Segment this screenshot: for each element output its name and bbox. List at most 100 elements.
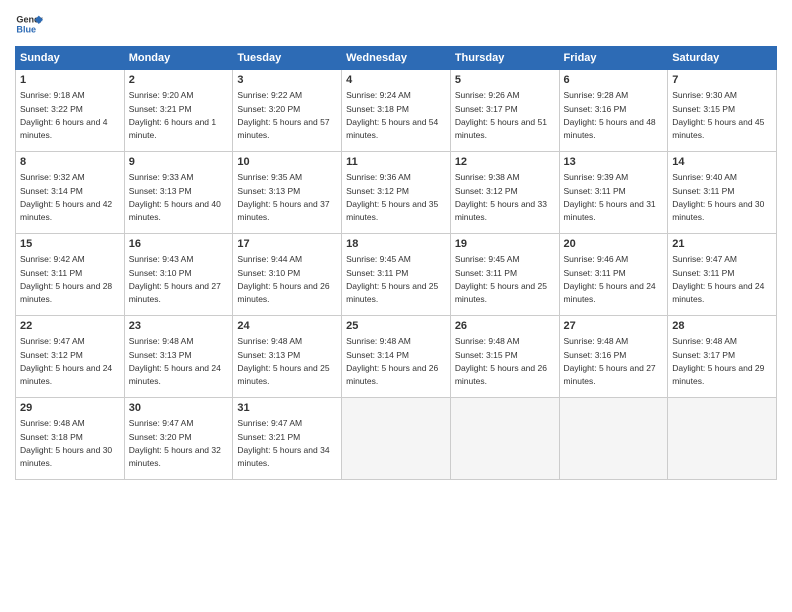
day-number: 25 [346, 319, 446, 334]
day-detail: Sunrise: 9:43 AMSunset: 3:10 PMDaylight:… [129, 254, 221, 304]
day-number: 7 [672, 73, 772, 88]
calendar-cell: 15 Sunrise: 9:42 AMSunset: 3:11 PMDaylig… [16, 234, 125, 316]
day-number: 19 [455, 237, 555, 252]
day-number: 16 [129, 237, 229, 252]
day-detail: Sunrise: 9:47 AMSunset: 3:21 PMDaylight:… [237, 418, 329, 468]
day-detail: Sunrise: 9:33 AMSunset: 3:13 PMDaylight:… [129, 172, 221, 222]
calendar-cell: 24 Sunrise: 9:48 AMSunset: 3:13 PMDaylig… [233, 316, 342, 398]
weekday-header-monday: Monday [124, 47, 233, 70]
weekday-header-friday: Friday [559, 47, 668, 70]
day-detail: Sunrise: 9:48 AMSunset: 3:16 PMDaylight:… [564, 336, 656, 386]
calendar-cell: 29 Sunrise: 9:48 AMSunset: 3:18 PMDaylig… [16, 398, 125, 480]
calendar-cell: 17 Sunrise: 9:44 AMSunset: 3:10 PMDaylig… [233, 234, 342, 316]
day-number: 4 [346, 73, 446, 88]
calendar-cell: 10 Sunrise: 9:35 AMSunset: 3:13 PMDaylig… [233, 152, 342, 234]
day-detail: Sunrise: 9:48 AMSunset: 3:15 PMDaylight:… [455, 336, 547, 386]
weekday-header-wednesday: Wednesday [342, 47, 451, 70]
day-detail: Sunrise: 9:48 AMSunset: 3:13 PMDaylight:… [129, 336, 221, 386]
day-number: 1 [20, 73, 120, 88]
day-detail: Sunrise: 9:46 AMSunset: 3:11 PMDaylight:… [564, 254, 656, 304]
day-detail: Sunrise: 9:36 AMSunset: 3:12 PMDaylight:… [346, 172, 438, 222]
calendar-cell: 8 Sunrise: 9:32 AMSunset: 3:14 PMDayligh… [16, 152, 125, 234]
svg-text:Blue: Blue [16, 24, 36, 34]
calendar-cell: 6 Sunrise: 9:28 AMSunset: 3:16 PMDayligh… [559, 70, 668, 152]
calendar-cell: 14 Sunrise: 9:40 AMSunset: 3:11 PMDaylig… [668, 152, 777, 234]
day-number: 28 [672, 319, 772, 334]
day-detail: Sunrise: 9:18 AMSunset: 3:22 PMDaylight:… [20, 90, 107, 140]
calendar-cell: 3 Sunrise: 9:22 AMSunset: 3:20 PMDayligh… [233, 70, 342, 152]
day-detail: Sunrise: 9:38 AMSunset: 3:12 PMDaylight:… [455, 172, 547, 222]
day-number: 29 [20, 401, 120, 416]
day-detail: Sunrise: 9:48 AMSunset: 3:14 PMDaylight:… [346, 336, 438, 386]
calendar-cell: 26 Sunrise: 9:48 AMSunset: 3:15 PMDaylig… [450, 316, 559, 398]
calendar-week-row: 22 Sunrise: 9:47 AMSunset: 3:12 PMDaylig… [16, 316, 777, 398]
weekday-header-row: SundayMondayTuesdayWednesdayThursdayFrid… [16, 47, 777, 70]
calendar-cell: 13 Sunrise: 9:39 AMSunset: 3:11 PMDaylig… [559, 152, 668, 234]
calendar-table: SundayMondayTuesdayWednesdayThursdayFrid… [15, 46, 777, 480]
day-detail: Sunrise: 9:39 AMSunset: 3:11 PMDaylight:… [564, 172, 656, 222]
day-number: 15 [20, 237, 120, 252]
day-detail: Sunrise: 9:45 AMSunset: 3:11 PMDaylight:… [346, 254, 438, 304]
calendar-cell: 11 Sunrise: 9:36 AMSunset: 3:12 PMDaylig… [342, 152, 451, 234]
calendar-week-row: 1 Sunrise: 9:18 AMSunset: 3:22 PMDayligh… [16, 70, 777, 152]
day-detail: Sunrise: 9:48 AMSunset: 3:18 PMDaylight:… [20, 418, 112, 468]
day-number: 2 [129, 73, 229, 88]
day-detail: Sunrise: 9:48 AMSunset: 3:17 PMDaylight:… [672, 336, 764, 386]
calendar-cell: 21 Sunrise: 9:47 AMSunset: 3:11 PMDaylig… [668, 234, 777, 316]
day-detail: Sunrise: 9:28 AMSunset: 3:16 PMDaylight:… [564, 90, 656, 140]
day-number: 18 [346, 237, 446, 252]
header: General Blue [15, 10, 777, 38]
day-detail: Sunrise: 9:47 AMSunset: 3:12 PMDaylight:… [20, 336, 112, 386]
day-detail: Sunrise: 9:30 AMSunset: 3:15 PMDaylight:… [672, 90, 764, 140]
day-detail: Sunrise: 9:35 AMSunset: 3:13 PMDaylight:… [237, 172, 329, 222]
calendar-cell [342, 398, 451, 480]
calendar-week-row: 29 Sunrise: 9:48 AMSunset: 3:18 PMDaylig… [16, 398, 777, 480]
calendar-cell: 2 Sunrise: 9:20 AMSunset: 3:21 PMDayligh… [124, 70, 233, 152]
day-detail: Sunrise: 9:42 AMSunset: 3:11 PMDaylight:… [20, 254, 112, 304]
day-number: 6 [564, 73, 664, 88]
calendar-cell: 18 Sunrise: 9:45 AMSunset: 3:11 PMDaylig… [342, 234, 451, 316]
day-detail: Sunrise: 9:26 AMSunset: 3:17 PMDaylight:… [455, 90, 547, 140]
weekday-header-thursday: Thursday [450, 47, 559, 70]
calendar-cell: 4 Sunrise: 9:24 AMSunset: 3:18 PMDayligh… [342, 70, 451, 152]
calendar-cell: 9 Sunrise: 9:33 AMSunset: 3:13 PMDayligh… [124, 152, 233, 234]
day-number: 26 [455, 319, 555, 334]
weekday-header-tuesday: Tuesday [233, 47, 342, 70]
calendar-cell: 19 Sunrise: 9:45 AMSunset: 3:11 PMDaylig… [450, 234, 559, 316]
calendar-cell: 1 Sunrise: 9:18 AMSunset: 3:22 PMDayligh… [16, 70, 125, 152]
day-detail: Sunrise: 9:20 AMSunset: 3:21 PMDaylight:… [129, 90, 216, 140]
day-number: 11 [346, 155, 446, 170]
day-detail: Sunrise: 9:47 AMSunset: 3:20 PMDaylight:… [129, 418, 221, 468]
calendar-cell: 28 Sunrise: 9:48 AMSunset: 3:17 PMDaylig… [668, 316, 777, 398]
day-number: 8 [20, 155, 120, 170]
calendar-week-row: 15 Sunrise: 9:42 AMSunset: 3:11 PMDaylig… [16, 234, 777, 316]
calendar-cell [450, 398, 559, 480]
calendar-cell: 22 Sunrise: 9:47 AMSunset: 3:12 PMDaylig… [16, 316, 125, 398]
day-number: 12 [455, 155, 555, 170]
day-number: 23 [129, 319, 229, 334]
day-detail: Sunrise: 9:47 AMSunset: 3:11 PMDaylight:… [672, 254, 764, 304]
day-number: 17 [237, 237, 337, 252]
logo: General Blue [15, 10, 43, 38]
calendar-cell: 20 Sunrise: 9:46 AMSunset: 3:11 PMDaylig… [559, 234, 668, 316]
day-detail: Sunrise: 9:40 AMSunset: 3:11 PMDaylight:… [672, 172, 764, 222]
day-number: 5 [455, 73, 555, 88]
day-number: 31 [237, 401, 337, 416]
calendar-cell [559, 398, 668, 480]
day-detail: Sunrise: 9:22 AMSunset: 3:20 PMDaylight:… [237, 90, 329, 140]
day-detail: Sunrise: 9:32 AMSunset: 3:14 PMDaylight:… [20, 172, 112, 222]
day-number: 27 [564, 319, 664, 334]
calendar-cell: 23 Sunrise: 9:48 AMSunset: 3:13 PMDaylig… [124, 316, 233, 398]
day-detail: Sunrise: 9:44 AMSunset: 3:10 PMDaylight:… [237, 254, 329, 304]
generalblue-logo-icon: General Blue [15, 10, 43, 38]
weekday-header-saturday: Saturday [668, 47, 777, 70]
day-number: 10 [237, 155, 337, 170]
calendar-cell: 25 Sunrise: 9:48 AMSunset: 3:14 PMDaylig… [342, 316, 451, 398]
day-number: 3 [237, 73, 337, 88]
day-number: 14 [672, 155, 772, 170]
day-number: 20 [564, 237, 664, 252]
day-number: 13 [564, 155, 664, 170]
day-number: 22 [20, 319, 120, 334]
calendar-cell: 31 Sunrise: 9:47 AMSunset: 3:21 PMDaylig… [233, 398, 342, 480]
calendar-cell: 27 Sunrise: 9:48 AMSunset: 3:16 PMDaylig… [559, 316, 668, 398]
